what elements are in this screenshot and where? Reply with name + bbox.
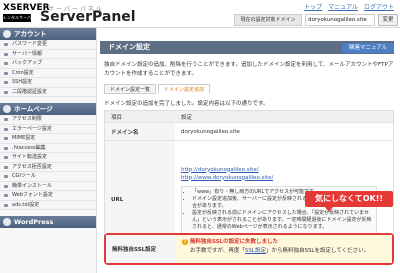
sidebar-section-wordpress: WordPress <box>0 216 96 228</box>
table-header-item: 項目 <box>105 111 175 122</box>
wordpress-icon <box>3 218 11 226</box>
sidebar-item-htaccess[interactable]: .htaccess編集 <box>0 144 96 153</box>
sidebar-item-access-limit[interactable]: アクセス制限 <box>0 115 96 125</box>
sidebar-item-error-page[interactable]: エラーページ設定 <box>0 125 96 134</box>
sidebar-section-homepage: ホームページ <box>0 103 96 115</box>
logo-badge: レンタルサーバー <box>3 14 31 28</box>
domain-label: ドメイン名 <box>105 123 175 140</box>
table-header-setting: 設定 <box>175 111 393 122</box>
sidebar-item-cron[interactable]: Cron設定 <box>0 69 96 78</box>
ssl-warning-body: お手数ですが、再度「SSL設定」から無料独自SSLを設定してください。 <box>182 247 386 256</box>
sidebar-item-easy-install[interactable]: 簡単インストール <box>0 182 96 191</box>
url-note: 設定が反映される前にドメインにアクセスした場合、「設定が反映されていません」とい… <box>192 210 372 231</box>
sidebar-item-access-deny[interactable]: アクセス拒否設定 <box>0 163 96 172</box>
sidebar-section-title: アカウント <box>14 30 47 38</box>
home-icon <box>3 105 11 113</box>
account-icon <box>3 30 11 38</box>
change-domain-button[interactable]: 変更 <box>378 14 398 26</box>
sidebar-section-account: アカウント <box>0 28 96 40</box>
ssl-warning-text: お手数ですが、再度「 <box>190 248 245 254</box>
domain-selector-value[interactable]: doryokunogalileo.site <box>305 14 375 26</box>
sidebar-item-backup[interactable]: バックアップ <box>0 59 96 69</box>
sidebar-section-title: ホームページ <box>14 105 53 113</box>
ssl-warning-title: 無料独自SSLの設定に失敗しました <box>182 238 386 247</box>
top-link-manual[interactable]: マニュアル <box>328 2 358 11</box>
sidebar-section-title: WordPress <box>14 218 54 226</box>
sidebar-item-2fa[interactable]: 二段階認証設定 <box>0 88 96 97</box>
sidebar-item-cgi-tools[interactable]: CGIツール <box>0 172 96 182</box>
domain-selector-label: 現在の設定対象ドメイン <box>234 14 302 26</box>
table-row-domain: ドメイン名 doryokunogalileo.site <box>105 123 393 141</box>
ssl-row-highlight: 無料独自SSL設定 無料独自SSLの設定に失敗しました お手数ですが、再度「SS… <box>104 233 394 265</box>
tab-domain-list[interactable]: ドメイン設定一覧 <box>104 84 157 94</box>
top-link-logout[interactable]: ログアウト <box>364 2 394 11</box>
url-link-www[interactable]: http://www.doryokunogalileo.site/ <box>181 174 273 182</box>
tab-bar: ドメイン設定一覧 ドメイン設定追加 <box>104 84 211 94</box>
related-manual-button[interactable]: 関連マニュアル <box>342 43 394 53</box>
sidebar-item-redirect[interactable]: サイト転送設定 <box>0 153 96 163</box>
tab-domain-add[interactable]: ドメイン設定追加 <box>158 84 211 94</box>
ssl-warning: 無料独自SSLの設定に失敗しました お手数ですが、再度「SSL設定」から無料独自… <box>176 235 392 263</box>
top-links: トップ マニュアル ログアウト <box>304 2 394 11</box>
app-name[interactable]: ServerPanel <box>40 9 136 25</box>
top-link-home[interactable]: トップ <box>304 2 322 11</box>
sidebar-item-ads-txt[interactable]: ads.txt設定 <box>0 201 96 210</box>
url-link[interactable]: http://doryokunogalileo.site/ <box>181 166 259 174</box>
main-content: ドメイン設定 関連マニュアル 独自ドメイン設定の追加、削除を行うことができます。… <box>100 28 400 273</box>
sidebar-item-password[interactable]: パスワード変更 <box>0 40 96 50</box>
sidebar-item-webfont[interactable]: Webフォント設定 <box>0 191 96 201</box>
app-header: XSERVER レンタルサーバー サーバーパネル ServerPanel トップ… <box>0 0 400 28</box>
table-header-row: 項目 設定 <box>105 111 393 123</box>
domain-value: doryokunogalileo.site <box>181 128 240 135</box>
sidebar-item-ssh[interactable]: SSH設定 <box>0 78 96 88</box>
ssl-label: 無料独自SSL設定 <box>106 235 176 263</box>
ssl-warning-text: 」から無料独自SSLを設定してください。 <box>265 248 370 254</box>
sidebar-item-server-info[interactable]: サーバー情報 <box>0 50 96 59</box>
completion-note: ドメイン設定の追加を完了しました。設定内容は以下の通りです。 <box>104 101 269 107</box>
intro-text: 独自ドメイン設定の追加、削除を行うことができます。追加したドメイン設定を利用して… <box>104 62 394 77</box>
annotation-callout: 気にしなくてOK!! <box>305 191 393 212</box>
sidebar-item-mime[interactable]: MIME設定 <box>0 134 96 144</box>
sidebar: アカウント パスワード変更 サーバー情報 バックアップ Cron設定 SSH設定… <box>0 28 97 273</box>
ssl-settings-link[interactable]: SSL設定 <box>245 248 266 254</box>
